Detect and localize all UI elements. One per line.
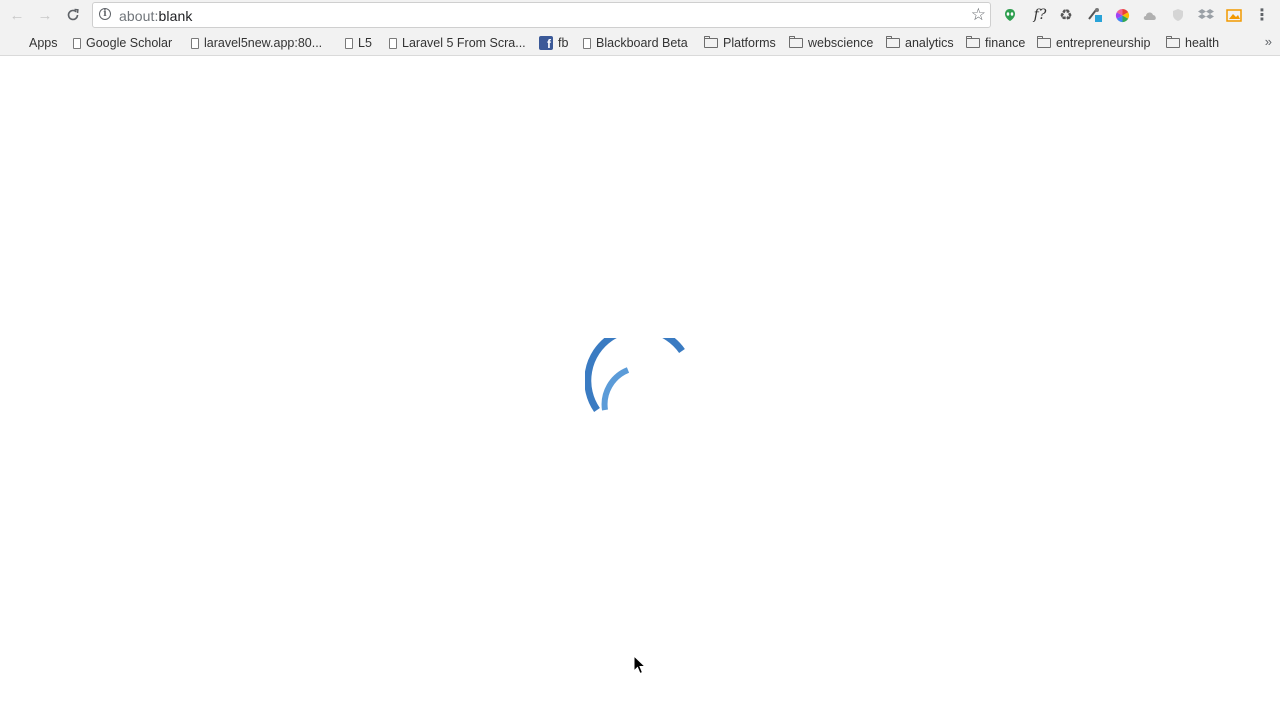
folder-icon — [789, 36, 803, 48]
bookmark-label: laravel5new.app:80... — [204, 36, 323, 50]
bookmark-label: health — [1185, 36, 1220, 50]
bookmark-star-icon[interactable]: ☆ — [971, 5, 986, 25]
bookmark-label: webscience — [808, 36, 874, 50]
vertical-dots-icon: ⋮ — [1254, 7, 1270, 24]
tools-extension-icon[interactable] — [1086, 6, 1104, 24]
page-icon — [389, 37, 397, 49]
bookmark-label: Apps — [29, 36, 58, 50]
info-icon[interactable]: i — [99, 8, 111, 20]
bookmark-folder-finance[interactable]: finance — [966, 35, 1025, 51]
bookmark-apps[interactable]: Apps — [12, 35, 58, 51]
spinner-inner-arc — [601, 367, 630, 411]
dropbox-extension-icon[interactable] — [1197, 6, 1215, 24]
bookmark-label: entrepreneurship — [1056, 36, 1151, 50]
facebook-icon: f — [539, 36, 553, 51]
cloud-extension-icon[interactable] — [1141, 6, 1159, 24]
bookmark-label: fb — [558, 36, 569, 50]
folder-icon — [966, 36, 980, 48]
arrow-left-icon: ← — [9, 6, 25, 24]
bookmark-laravel-from-scratch[interactable]: Laravel 5 From Scra... — [389, 35, 526, 51]
bookmark-folder-entrepreneurship[interactable]: entrepreneurship — [1037, 35, 1151, 51]
bookmark-label: Google Scholar — [86, 36, 173, 50]
folder-icon — [704, 36, 718, 48]
folder-icon — [1166, 36, 1180, 48]
bookmark-folder-analytics[interactable]: analytics — [886, 35, 954, 51]
picture-extension-icon[interactable] — [1225, 6, 1243, 24]
bookmark-label: L5 — [358, 36, 372, 50]
url-host: blank — [158, 8, 193, 24]
alien-extension-icon[interactable] — [1001, 6, 1019, 24]
double-chevron-right-icon: » — [1264, 34, 1272, 49]
bookmark-fb[interactable]: f fb — [539, 35, 568, 51]
bookmark-label: analytics — [905, 36, 954, 50]
bookmark-label: Platforms — [723, 36, 776, 50]
more-bookmarks-button[interactable]: » — [1265, 34, 1272, 49]
bookmark-label: finance — [985, 36, 1026, 50]
shield-extension-icon[interactable] — [1169, 6, 1187, 24]
arrow-right-icon: → — [37, 6, 53, 24]
forward-button[interactable]: → — [35, 5, 55, 25]
folder-icon — [1037, 36, 1051, 48]
page-icon — [345, 37, 353, 49]
url-text[interactable]: about:blank — [119, 8, 193, 24]
page-icon — [583, 37, 591, 49]
bookmark-folder-platforms[interactable]: Platforms — [704, 35, 776, 51]
formula-extension-icon[interactable]: f? — [1029, 6, 1051, 24]
reload-icon — [67, 8, 79, 21]
address-bar[interactable]: i about:blank ☆ — [92, 2, 991, 28]
apps-grid-icon — [12, 37, 24, 49]
mouse-cursor-icon — [633, 655, 647, 675]
page-icon — [191, 37, 199, 49]
bookmark-folder-webscience[interactable]: webscience — [789, 35, 873, 51]
bookmark-label: Laravel 5 From Scra... — [402, 36, 526, 50]
bookmark-folder-health[interactable]: health — [1166, 35, 1219, 51]
back-button[interactable]: ← — [7, 5, 27, 25]
reload-button[interactable] — [63, 5, 83, 25]
bookmark-label: Blackboard Beta — [596, 36, 688, 50]
bookmark-blackboard-beta[interactable]: Blackboard Beta — [583, 35, 688, 51]
bookmark-laravel5new[interactable]: laravel5new.app:80... — [191, 35, 322, 51]
browser-toolbar: ← → i about:blank ☆ f? ♻ ⋮ — [0, 0, 1280, 30]
browser-menu-button[interactable]: ⋮ — [1253, 6, 1271, 24]
bookmark-l5[interactable]: L5 — [345, 35, 372, 51]
color-wheel-extension-icon[interactable] — [1113, 6, 1131, 24]
url-scheme: about: — [119, 8, 159, 24]
bookmark-google-scholar[interactable]: Google Scholar — [73, 35, 172, 51]
loading-spinner-icon — [585, 338, 685, 412]
bookmarks-bar: Apps Google Scholar laravel5new.app:80..… — [0, 30, 1280, 56]
folder-icon — [886, 36, 900, 48]
recycle-extension-icon[interactable]: ♻ — [1057, 6, 1075, 24]
page-icon — [73, 37, 81, 49]
